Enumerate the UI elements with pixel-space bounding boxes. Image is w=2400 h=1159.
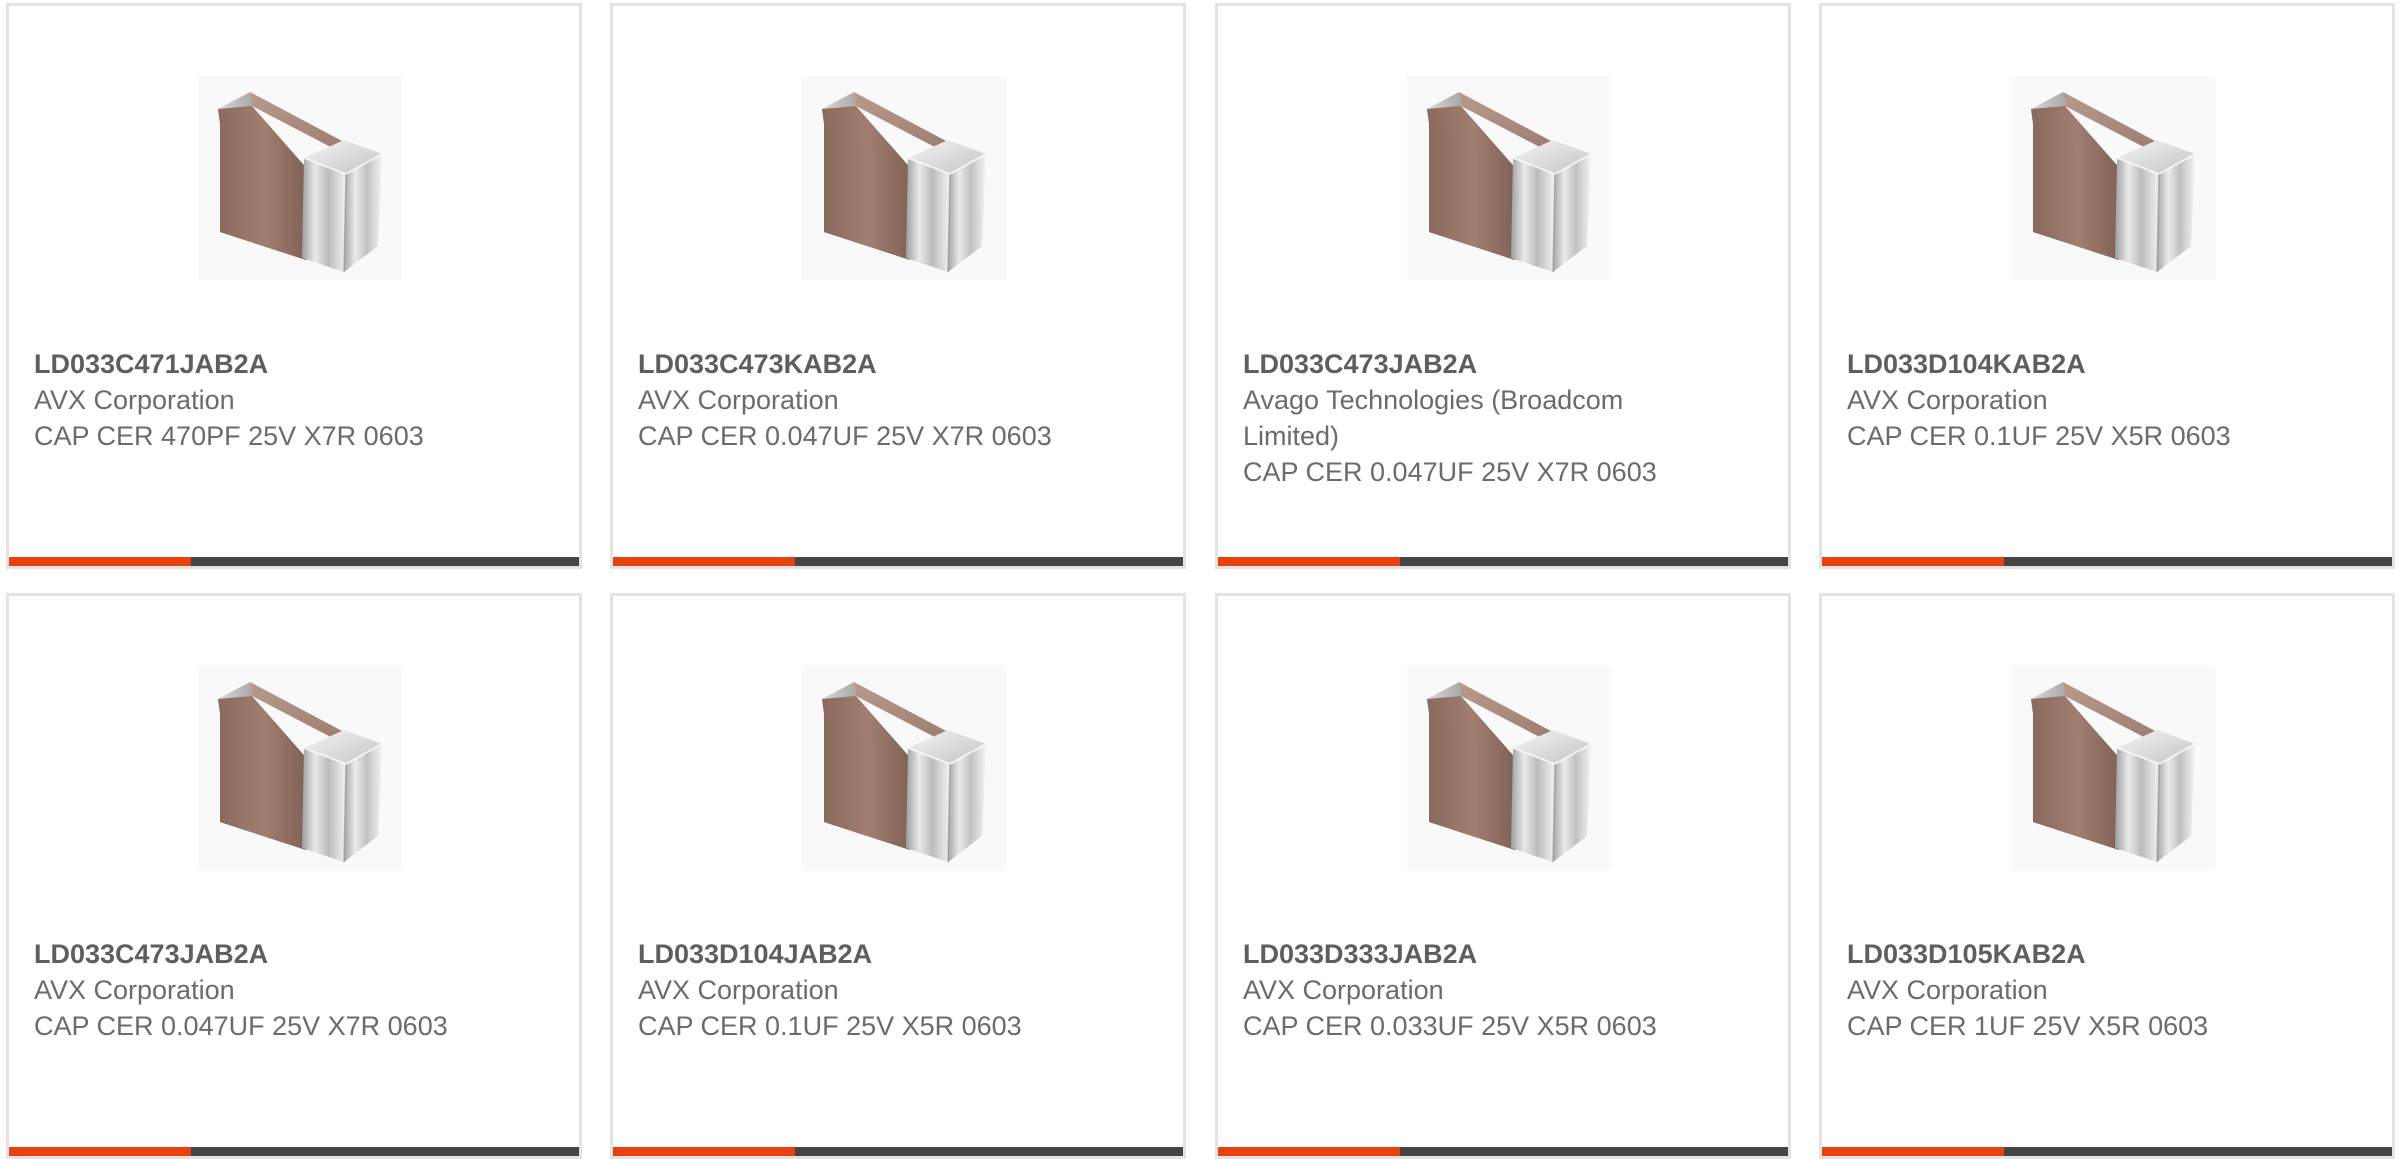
card-accent-bar [1822, 557, 2004, 566]
manufacturer-name: AVX Corporation [1847, 385, 2048, 415]
product-image[interactable] [802, 76, 1006, 280]
manufacturer-name: AVX Corporation [638, 385, 839, 415]
product-image[interactable] [198, 666, 402, 870]
card-footer-bar [1218, 1147, 1788, 1156]
product-image[interactable] [802, 666, 1006, 870]
product-info: LD033D105KAB2A AVX Corporation CAP CER 1… [1847, 936, 2267, 1044]
product-card-1[interactable]: LD033C471JAB2A AVX Corporation CAP CER 4… [6, 3, 582, 569]
card-accent-bar [9, 1147, 191, 1156]
part-number-link[interactable]: LD033D105KAB2A [1847, 936, 2267, 972]
product-description: CAP CER 1UF 25V X5R 0603 [1847, 1011, 2209, 1041]
manufacturer-name: AVX Corporation [34, 975, 235, 1005]
product-card-2[interactable]: LD033C473KAB2A AVX Corporation CAP CER 0… [610, 3, 1186, 569]
part-number-link[interactable]: LD033C473KAB2A [638, 346, 1058, 382]
product-info: LD033D333JAB2A AVX Corporation CAP CER 0… [1243, 936, 1663, 1044]
ceramic-capacitor-icon [2031, 92, 2196, 273]
product-info: LD033C473JAB2A AVX Corporation CAP CER 0… [34, 936, 454, 1044]
card-accent-bar [9, 557, 191, 566]
product-description: CAP CER 470PF 25V X7R 0603 [34, 421, 424, 451]
card-footer-bar [9, 1147, 579, 1156]
card-footer-bar [9, 557, 579, 566]
card-footer-bar [1822, 1147, 2392, 1156]
product-description: CAP CER 0.1UF 25V X5R 0603 [1847, 421, 2231, 451]
product-card-4[interactable]: LD033D104KAB2A AVX Corporation CAP CER 0… [1819, 3, 2395, 569]
ceramic-capacitor-icon [822, 92, 987, 273]
product-grid: LD033C471JAB2A AVX Corporation CAP CER 4… [0, 0, 2400, 1159]
card-footer-bar [1218, 557, 1788, 566]
ceramic-capacitor-icon [822, 682, 987, 863]
ceramic-capacitor-icon [1427, 92, 1592, 273]
card-accent-bar [1218, 557, 1400, 566]
part-number-link[interactable]: LD033D333JAB2A [1243, 936, 1663, 972]
product-info: LD033C473KAB2A AVX Corporation CAP CER 0… [638, 346, 1058, 454]
product-description: CAP CER 0.047UF 25V X7R 0603 [638, 421, 1052, 451]
part-number-link[interactable]: LD033C471JAB2A [34, 346, 454, 382]
ceramic-capacitor-icon [2031, 682, 2196, 863]
product-image[interactable] [2011, 666, 2215, 870]
product-description: CAP CER 0.047UF 25V X7R 0603 [1243, 457, 1657, 487]
product-image[interactable] [1407, 76, 1611, 280]
card-footer-bar [1822, 557, 2392, 566]
ceramic-capacitor-icon [1427, 682, 1592, 863]
product-description: CAP CER 0.047UF 25V X7R 0603 [34, 1011, 448, 1041]
manufacturer-name: AVX Corporation [1847, 975, 2048, 1005]
manufacturer-name: AVX Corporation [1243, 975, 1444, 1005]
part-number-link[interactable]: LD033D104JAB2A [638, 936, 1058, 972]
manufacturer-name: Avago Technologies (Broadcom Limited) [1243, 385, 1624, 451]
product-card-5[interactable]: LD033C473JAB2A AVX Corporation CAP CER 0… [6, 593, 582, 1159]
card-footer-bar [613, 1147, 1183, 1156]
product-info: LD033C471JAB2A AVX Corporation CAP CER 4… [34, 346, 454, 454]
product-card-8[interactable]: LD033D105KAB2A AVX Corporation CAP CER 1… [1819, 593, 2395, 1159]
part-number-link[interactable]: LD033C473JAB2A [1243, 346, 1663, 382]
product-description: CAP CER 0.033UF 25V X5R 0603 [1243, 1011, 1657, 1041]
product-info: LD033D104JAB2A AVX Corporation CAP CER 0… [638, 936, 1058, 1044]
card-accent-bar [1822, 1147, 2004, 1156]
product-card-6[interactable]: LD033D104JAB2A AVX Corporation CAP CER 0… [610, 593, 1186, 1159]
product-description: CAP CER 0.1UF 25V X5R 0603 [638, 1011, 1022, 1041]
product-card-3[interactable]: LD033C473JAB2A Avago Technologies (Broad… [1215, 3, 1791, 569]
product-info: LD033D104KAB2A AVX Corporation CAP CER 0… [1847, 346, 2267, 454]
manufacturer-name: AVX Corporation [638, 975, 839, 1005]
product-card-7[interactable]: LD033D333JAB2A AVX Corporation CAP CER 0… [1215, 593, 1791, 1159]
ceramic-capacitor-icon [218, 682, 383, 863]
card-accent-bar [613, 1147, 795, 1156]
ceramic-capacitor-icon [218, 92, 383, 273]
card-footer-bar [613, 557, 1183, 566]
product-image[interactable] [198, 76, 402, 280]
part-number-link[interactable]: LD033D104KAB2A [1847, 346, 2267, 382]
product-image[interactable] [2011, 76, 2215, 280]
card-accent-bar [613, 557, 795, 566]
part-number-link[interactable]: LD033C473JAB2A [34, 936, 454, 972]
card-accent-bar [1218, 1147, 1400, 1156]
manufacturer-name: AVX Corporation [34, 385, 235, 415]
product-info: LD033C473JAB2A Avago Technologies (Broad… [1243, 346, 1663, 490]
product-image[interactable] [1407, 666, 1611, 870]
